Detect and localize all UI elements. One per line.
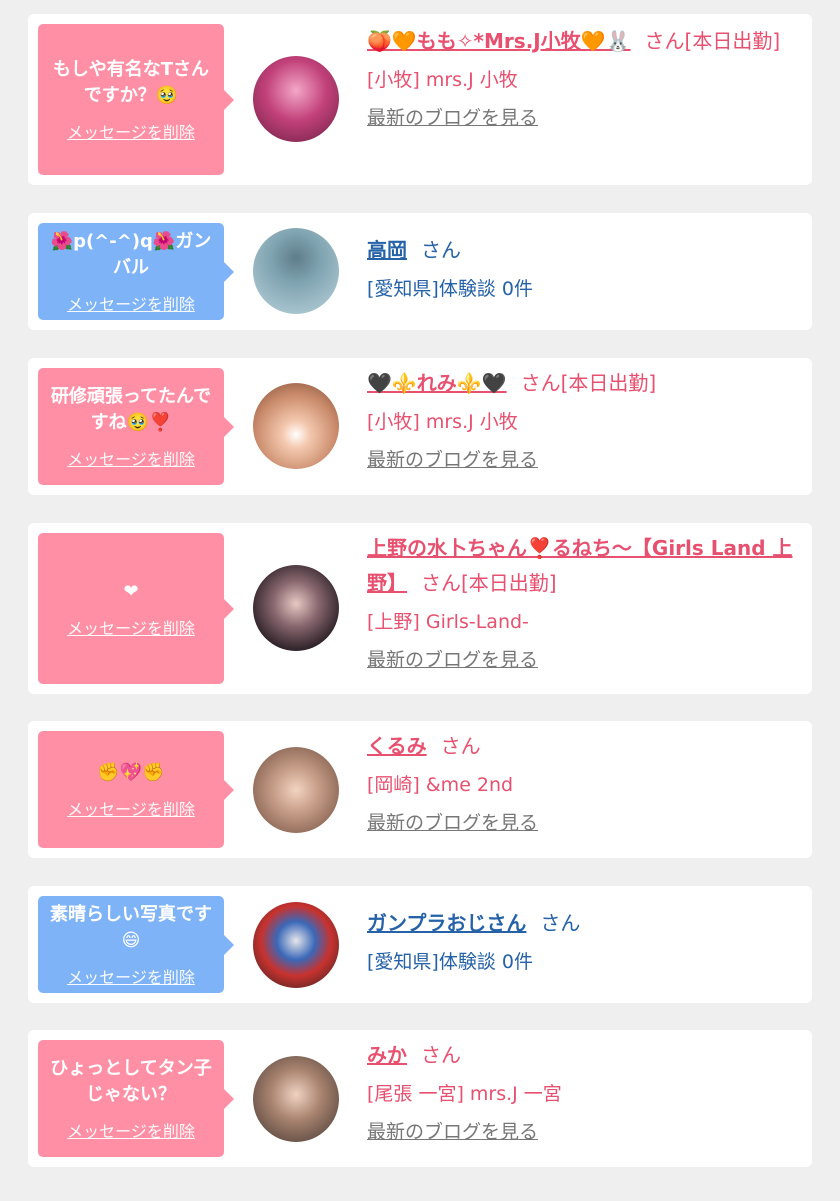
shop-text: [愛知県]体験談 0件 xyxy=(367,278,533,300)
latest-blog-link[interactable]: 最新のブログを見る xyxy=(367,105,798,131)
latest-blog-link[interactable]: 最新のブログを見る xyxy=(367,447,798,473)
delete-message-link[interactable]: メッセージを削除 xyxy=(67,1118,195,1142)
message-card: ひょっとしてタン子じゃない？ メッセージを削除 みか さん [尾張 一宮] mrs… xyxy=(28,1030,812,1167)
honorific: さん xyxy=(421,571,461,595)
message-text: もしや有名なTさんですか？🥹 xyxy=(52,58,210,106)
message-card: 研修頑張ってたんですね🥹❣️ メッセージを削除 🖤⚜️れみ⚜️🖤 さん[本日出勤]… xyxy=(28,358,812,495)
message-bubble: 素晴らしい写真です😄 メッセージを削除 xyxy=(38,896,234,993)
message-bubble: ひょっとしてタン子じゃない？ メッセージを削除 xyxy=(38,1040,234,1157)
honorific: さん xyxy=(520,371,561,395)
latest-blog-link[interactable]: 最新のブログを見る xyxy=(367,1119,798,1145)
shop-text: [岡崎] &me 2nd xyxy=(367,774,514,796)
message-text: ✊💖✊ xyxy=(97,761,165,783)
message-card: ✊💖✊ メッセージを削除 くるみ さん [岡崎] &me 2nd 最新のブログを見… xyxy=(28,721,812,858)
shop-text: [愛知県]体験談 0件 xyxy=(367,951,533,973)
delete-message-link[interactable]: メッセージを削除 xyxy=(67,796,195,820)
status-text: [本日出勤] xyxy=(684,29,781,53)
sender-info: 上野の水卜ちゃん❣️るねち〜【Girls Land 上野】 さん[本日出勤] [上… xyxy=(367,531,798,673)
avatar[interactable] xyxy=(253,56,339,142)
shop-text: [尾張 一宮] mrs.J 一宮 xyxy=(367,1083,562,1105)
sender-name-link[interactable]: みか xyxy=(367,1043,407,1067)
sender-name-link[interactable]: 🖤⚜️れみ⚜️🖤 xyxy=(367,371,507,395)
honorific: さん xyxy=(421,1043,461,1067)
message-bubble: 研修頑張ってたんですね🥹❣️ メッセージを削除 xyxy=(38,368,234,485)
latest-blog-link[interactable]: 最新のブログを見る xyxy=(367,810,798,836)
delete-message-link[interactable]: メッセージを削除 xyxy=(67,615,195,639)
honorific: さん xyxy=(421,238,461,262)
shop-text: [小牧] mrs.J 小牧 xyxy=(367,69,518,91)
honorific: さん xyxy=(644,29,685,53)
no-photo-avatar[interactable] xyxy=(253,228,339,314)
message-bubble: もしや有名なTさんですか？🥹 メッセージを削除 xyxy=(38,24,234,175)
delete-message-link[interactable]: メッセージを削除 xyxy=(67,291,195,315)
sender-name-link[interactable]: ガンプラおじさん xyxy=(367,911,526,935)
avatar[interactable] xyxy=(253,747,339,833)
message-bubble: ❤ メッセージを削除 xyxy=(38,533,234,684)
message-text: ひょっとしてタン子じゃない？ xyxy=(50,1057,212,1105)
message-card: もしや有名なTさんですか？🥹 メッセージを削除 🍑🧡もも✧*Mrs.J小牧🧡🐰 さ… xyxy=(28,14,812,185)
message-text: 素晴らしい写真です😄 xyxy=(50,903,212,951)
message-text: ❤ xyxy=(123,580,139,602)
shop-text: [上野] Girls-Land- xyxy=(367,611,529,633)
sender-name-link[interactable]: くるみ xyxy=(367,734,427,758)
delete-message-link[interactable]: メッセージを削除 xyxy=(67,119,195,143)
avatar[interactable] xyxy=(253,383,339,469)
status-text: [本日出勤] xyxy=(560,371,657,395)
sender-info: ガンプラおじさん さん [愛知県]体験談 0件 xyxy=(367,906,798,977)
message-text: 🌺p(^-^)q🌺ガンバル xyxy=(50,230,212,278)
message-card: 素晴らしい写真です😄 メッセージを削除 ガンプラおじさん さん [愛知県]体験談 … xyxy=(28,886,812,1003)
message-text: 研修頑張ってたんですね🥹❣️ xyxy=(50,385,212,433)
delete-message-link[interactable]: メッセージを削除 xyxy=(67,964,195,988)
shop-text: [小牧] mrs.J 小牧 xyxy=(367,411,518,433)
sender-info: くるみ さん [岡崎] &me 2nd 最新のブログを見る xyxy=(367,729,798,836)
sender-info: 高岡 さん [愛知県]体験談 0件 xyxy=(367,233,798,304)
message-bubble: 🌺p(^-^)q🌺ガンバル メッセージを削除 xyxy=(38,223,234,320)
message-card: ❤ メッセージを削除 上野の水卜ちゃん❣️るねち〜【Girls Land 上野】… xyxy=(28,523,812,694)
latest-blog-link[interactable]: 最新のブログを見る xyxy=(367,647,798,673)
delete-message-link[interactable]: メッセージを削除 xyxy=(67,446,195,470)
sender-name-link[interactable]: 高岡 xyxy=(367,238,407,262)
sender-info: みか さん [尾張 一宮] mrs.J 一宮 最新のブログを見る xyxy=(367,1038,798,1145)
avatar[interactable] xyxy=(253,1056,339,1142)
message-card: 🌺p(^-^)q🌺ガンバル メッセージを削除 高岡 さん [愛知県]体験談 0件 xyxy=(28,213,812,330)
avatar[interactable] xyxy=(253,902,339,988)
avatar[interactable] xyxy=(253,565,339,651)
message-bubble: ✊💖✊ メッセージを削除 xyxy=(38,731,234,848)
honorific: さん xyxy=(440,734,481,758)
sender-name-link[interactable]: 🍑🧡もも✧*Mrs.J小牧🧡🐰 xyxy=(367,29,631,53)
sender-info: 🖤⚜️れみ⚜️🖤 さん[本日出勤] [小牧] mrs.J 小牧 最新のブログを見る xyxy=(367,366,798,473)
status-text: [本日出勤] xyxy=(461,571,557,595)
message-list: もしや有名なTさんですか？🥹 メッセージを削除 🍑🧡もも✧*Mrs.J小牧🧡🐰 さ… xyxy=(0,0,840,1201)
honorific: さん xyxy=(540,911,581,935)
sender-info: 🍑🧡もも✧*Mrs.J小牧🧡🐰 さん[本日出勤] [小牧] mrs.J 小牧 最新… xyxy=(367,24,798,131)
